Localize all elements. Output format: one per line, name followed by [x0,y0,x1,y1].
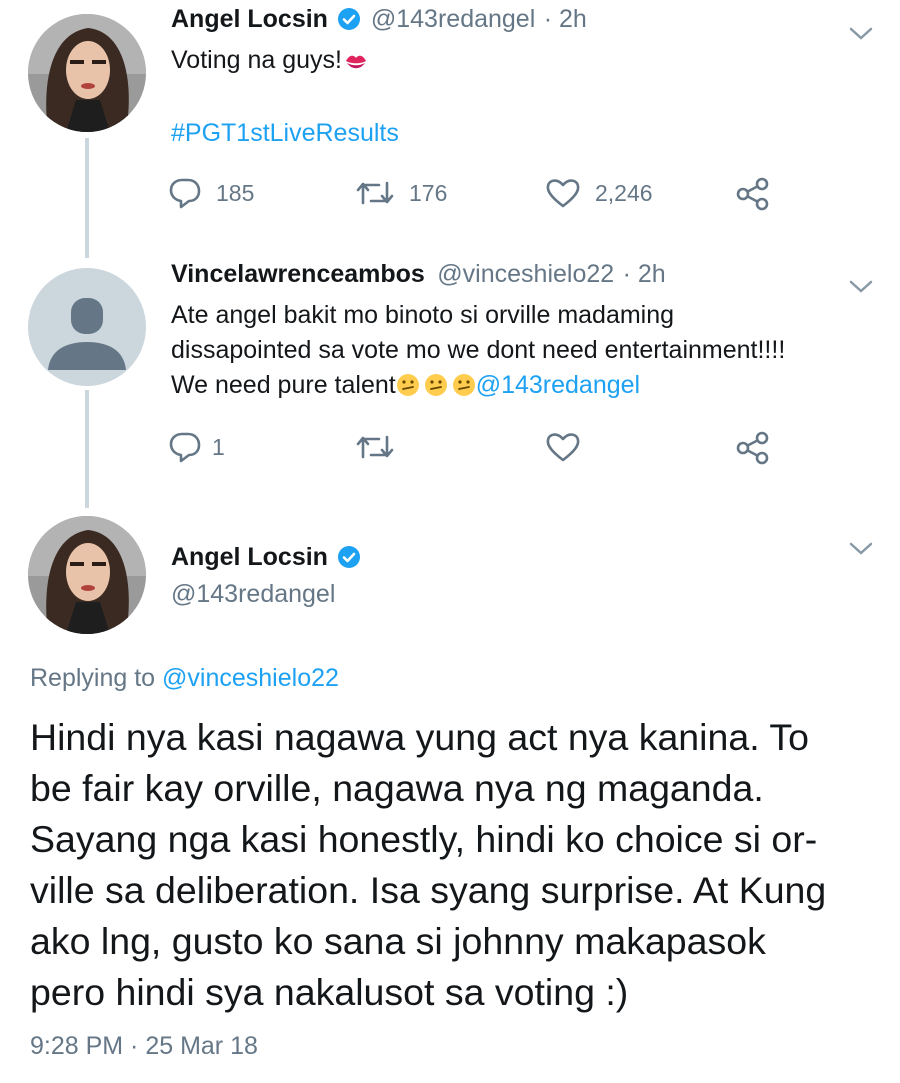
thinking-face-emoji-icon [452,372,476,407]
share-icon [736,431,769,465]
display-name[interactable]: Angel Locsin [171,5,328,33]
tweet-header: Vincelawrenceambos @vinceshielo22 · 2h [171,260,666,289]
like-button[interactable]: 2,246 [545,177,653,209]
reply-button[interactable]: 185 [168,177,254,209]
handle[interactable]: @143redangel [171,580,335,609]
thinking-face-emoji-icon [424,372,448,407]
retweet-icon [356,435,394,459]
thinking-face-emoji-icon [396,372,420,407]
heart-icon [546,433,580,462]
share-button[interactable] [735,431,771,465]
replying-to-link[interactable]: @vinceshielo22 [162,664,339,692]
timestamp: · 2h [543,5,587,33]
reply-icon [169,432,201,463]
reply-icon [169,178,201,209]
timestamp: · 2h [622,260,666,288]
chevron-down-icon[interactable] [848,25,874,43]
reply-count: 185 [216,179,255,206]
display-name[interactable]: Vincelawrenceambos [171,260,425,288]
avatar[interactable] [28,14,146,132]
replying-to: Replying to @vinceshielo22 [30,664,339,692]
tweet-timestamp: 9:28 PM · 25 Mar 18 [30,1032,258,1060]
handle[interactable]: @vinceshielo22 [437,260,614,288]
share-button[interactable] [735,177,771,211]
hashtag-link[interactable]: #PGT1stLiveResults [171,116,399,151]
reply-count: 1 [212,433,225,460]
tweet-header: Angel Locsin @143redangel · 2h [171,5,587,35]
avatar[interactable] [28,516,146,634]
tweet-text: Ate angel bakit mo binoto si orville mad… [171,298,785,407]
kiss-mark-emoji-icon [344,47,368,82]
verified-badge-icon [338,8,361,35]
retweet-count: 176 [409,179,448,206]
main-tweet-text: Hindi nya kasi nagawa yung act nya kanin… [30,716,827,1013]
handle[interactable]: @143redangel [371,5,535,33]
display-name[interactable]: Angel Locsin [171,543,328,571]
tweet-text: Voting na guys! [171,43,368,82]
thread-line [85,138,89,258]
verified-badge-icon [338,546,361,573]
retweet-button[interactable]: 176 [355,177,447,209]
retweet-icon [356,181,394,205]
retweet-button[interactable] [355,431,395,463]
chevron-down-icon[interactable] [848,278,874,296]
chevron-down-icon[interactable] [848,540,874,558]
like-button[interactable] [545,431,581,463]
share-icon [736,177,769,211]
heart-icon [546,179,580,208]
reply-button[interactable]: 1 [168,431,225,463]
like-count: 2,246 [595,179,653,206]
thread-line [85,390,89,508]
avatar[interactable] [28,268,146,386]
tweet-header: Angel Locsin [171,543,361,573]
mention-link[interactable]: @143redangel [476,371,640,399]
